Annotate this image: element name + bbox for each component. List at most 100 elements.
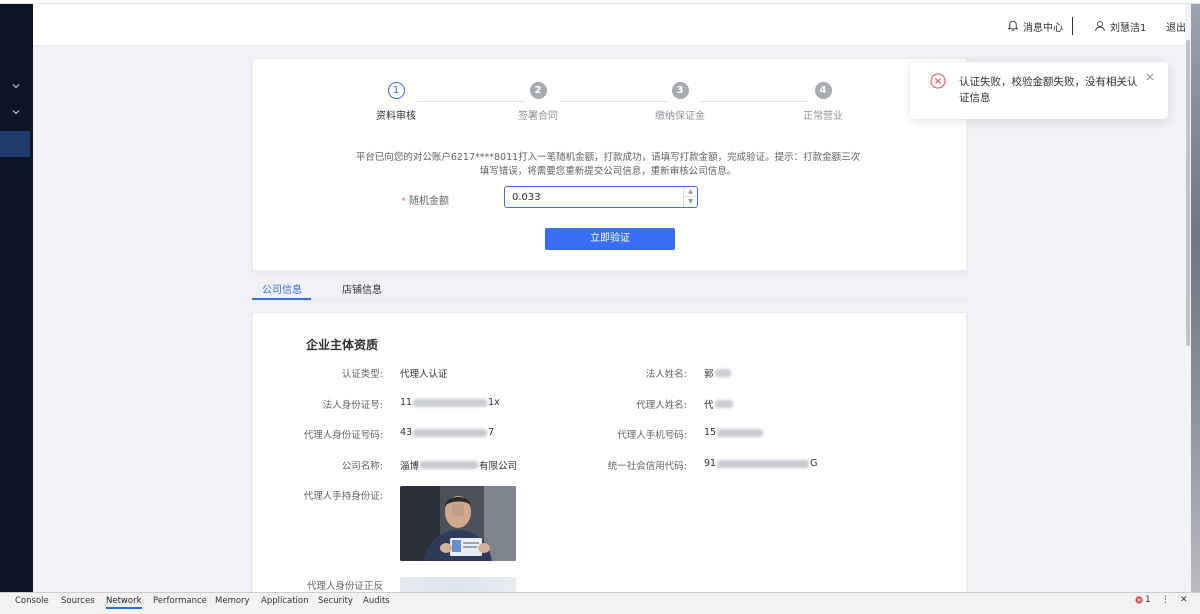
handheld-id-photo[interactable] [400, 486, 516, 561]
verification-card: 1 资料审核 2 签署合同 3 缴纳保证金 4 正常营业 平台已向您的对公账户6… [252, 58, 967, 271]
tab-store-info[interactable]: 店铺信息 [342, 281, 382, 296]
chevron-down-icon[interactable] [11, 108, 21, 118]
field-label: 法人姓名: [645, 369, 687, 380]
amount-input-box[interactable]: ▲ ▼ [504, 186, 698, 208]
chevron-down-icon[interactable] [11, 82, 21, 92]
header-divider [1072, 17, 1073, 35]
id-prefix: 11 [400, 397, 413, 408]
redacted-text [714, 369, 731, 377]
step-2-label: 签署合同 [518, 111, 558, 122]
notice-line-1: 平台已向您的对公账户6217****8011打入一笔随机金额，打款成功，请填写打… [355, 152, 861, 163]
field-label: 认证类型: [341, 369, 383, 380]
more-options-icon[interactable]: ⋮ [1161, 595, 1170, 605]
agent-name-prefix: 代 [704, 400, 714, 411]
tab-active-indicator [252, 298, 311, 300]
phone-prefix: 15 [704, 427, 717, 438]
step-3-number: 3 [671, 82, 689, 99]
section-title: 企业主体资质 [306, 338, 379, 352]
field-label: 法人身份证号: [322, 400, 383, 411]
message-center-link[interactable]: 消息中心 [1007, 19, 1063, 34]
decrement-button[interactable]: ▼ [683, 197, 697, 207]
field-label: 代理人手持身份证: [303, 491, 383, 502]
id-card-photo[interactable] [400, 577, 516, 592]
logout-link[interactable]: 退出 [1166, 19, 1186, 34]
company-name-suffix: 有限公司 [479, 461, 518, 472]
devtools-tab-security[interactable]: Security [318, 593, 353, 609]
field-value: 11 1x [400, 397, 500, 408]
amount-label-text: 随机金额 [409, 196, 449, 207]
company-name-prefix: 淄博 [400, 461, 420, 472]
amount-label: * 随机金额 [373, 192, 449, 207]
tab-bar-rule [252, 300, 967, 301]
step-1-label: 资料审核 [376, 111, 416, 122]
step-3: 3 缴纳保证金 [620, 82, 740, 122]
field-label: 公司名称: [341, 461, 383, 472]
field-label: 代理人身份证正反 [306, 581, 383, 592]
step-2-number: 2 [529, 82, 547, 99]
devtools-tab-network[interactable]: Network [106, 593, 142, 609]
field-value: 郭 [704, 366, 732, 380]
redacted-text [413, 398, 488, 407]
devtools-tab-application[interactable]: Application [261, 593, 309, 609]
field-label: 代理人姓名: [636, 400, 687, 411]
message-center-label: 消息中心 [1023, 22, 1063, 34]
required-mark: * [401, 196, 406, 207]
main-content: 1 资料审核 2 签署合同 3 缴纳保证金 4 正常营业 平台已向您的对公账户6… [33, 46, 1185, 592]
error-counter[interactable]: 1 [1135, 595, 1151, 605]
step-3-label: 缴纳保证金 [655, 111, 705, 122]
error-toast: 认证失败，校验金额失败，没有相关认证信息 [910, 62, 1168, 119]
error-circle-icon [930, 73, 946, 89]
devtools-tab-performance[interactable]: Performance [153, 593, 207, 609]
user-name: 刘慧洁1 [1110, 22, 1147, 34]
devtools-tab-memory[interactable]: Memory [215, 593, 250, 609]
field-label: 代理人手机号码: [617, 430, 687, 441]
agent-id-prefix: 43 [400, 427, 413, 438]
company-info-card [252, 312, 967, 592]
step-1: 1 资料审核 [336, 82, 456, 122]
field-label: 代理人身份证号码: [303, 430, 383, 441]
tab-company-info[interactable]: 公司信息 [262, 281, 302, 296]
field-value: 15 [704, 427, 764, 438]
user-icon [1095, 21, 1105, 32]
field-value: 代 [704, 397, 734, 411]
verify-now-button[interactable]: 立即验证 [545, 228, 675, 250]
notice-line-2: 填写错误，将需要您重新提交公司信息，重新审核公司信息。 [479, 166, 737, 177]
top-header: 消息中心 刘慧洁1 退出 [33, 4, 1186, 46]
devtools-tab-sources[interactable]: Sources [61, 593, 95, 609]
legal-name-prefix: 郭 [704, 369, 714, 380]
id-suffix: 1x [488, 397, 500, 408]
error-count: 1 [1145, 595, 1151, 605]
step-2: 2 签署合同 [478, 82, 598, 122]
scrollbar-thumb[interactable] [1186, 40, 1190, 346]
step-4-label: 正常营业 [803, 111, 843, 122]
close-icon[interactable] [1144, 73, 1156, 85]
bell-icon [1007, 20, 1019, 31]
redacted-text [420, 461, 479, 469]
credit-code-prefix: 91 [704, 458, 717, 469]
agent-id-suffix: 7 [488, 427, 495, 438]
step-1-number: 1 [387, 82, 405, 99]
toast-message: 认证失败，校验金额失败，没有相关认证信息 [959, 76, 1138, 104]
devtools-bar: Console Sources Network Performance Memo… [0, 592, 1200, 614]
redacted-text [413, 428, 488, 437]
field-label: 统一社会信用代码: [607, 461, 687, 472]
redacted-text [717, 428, 764, 437]
user-menu[interactable]: 刘慧洁1 [1094, 19, 1147, 34]
redacted-text [717, 459, 810, 468]
close-devtools-icon[interactable]: ✕ [1180, 595, 1188, 605]
redacted-text [714, 400, 733, 408]
verification-notice: 平台已向您的对公账户6217****8011打入一笔随机金额，打款成功，请填写打… [333, 151, 883, 179]
credit-code-suffix: G [810, 458, 818, 469]
step-4-number: 4 [814, 82, 832, 99]
devtools-tab-audits[interactable]: Audits [363, 593, 390, 609]
devtools-tab-console[interactable]: Console [15, 593, 49, 609]
amount-input[interactable] [505, 187, 683, 207]
sidebar [0, 4, 33, 592]
increment-button[interactable]: ▲ [683, 187, 697, 197]
error-badge-icon [1135, 596, 1143, 604]
field-value: 代理人认证 [400, 369, 448, 380]
sidebar-active-item[interactable] [0, 131, 30, 157]
field-value: 91 G [704, 458, 817, 469]
step-4: 4 正常营业 [763, 82, 883, 122]
field-value: 43 7 [400, 427, 494, 438]
